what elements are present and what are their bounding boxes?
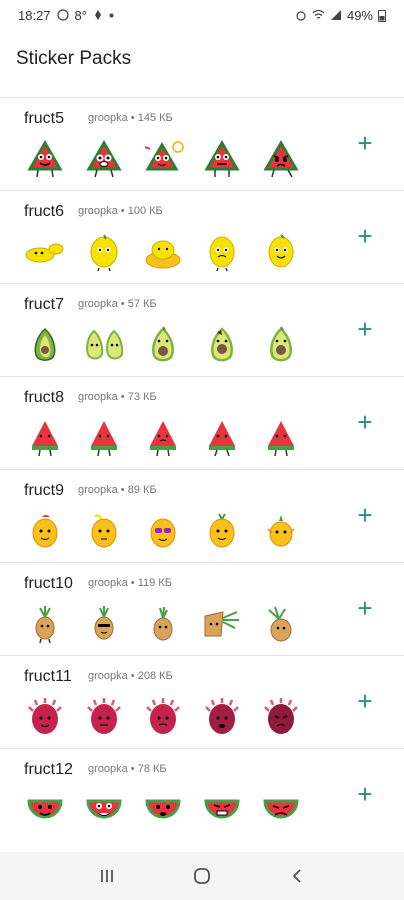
add-pack-button[interactable]: + bbox=[354, 502, 376, 528]
sticker-preview-row bbox=[24, 789, 302, 831]
dot-icon bbox=[109, 13, 114, 18]
lemon-icon bbox=[24, 231, 66, 273]
sticker-pack-list[interactable]: fruct5 groopka • 145 КБ + fruct6 groopka… bbox=[0, 98, 404, 838]
signal-icon bbox=[330, 9, 342, 21]
add-pack-button[interactable]: + bbox=[354, 223, 376, 249]
pack-name: fruct6 bbox=[24, 203, 65, 220]
watermelon-slice-icon bbox=[142, 138, 184, 180]
sticker-preview-row bbox=[24, 231, 302, 273]
app-bar: Sticker Packs bbox=[0, 30, 404, 98]
pineapple-icon bbox=[201, 603, 243, 645]
dragonfruit-icon bbox=[142, 696, 184, 738]
pack-name: fruct7 bbox=[24, 296, 65, 313]
pineapple-icon bbox=[83, 603, 125, 645]
add-pack-button[interactable]: + bbox=[354, 316, 376, 342]
back-icon[interactable] bbox=[277, 860, 317, 892]
add-pack-button[interactable]: + bbox=[354, 781, 376, 807]
sticker-pack-row[interactable]: fruct9 groopka • 89 КБ + bbox=[0, 470, 404, 563]
watermelon-round-icon bbox=[260, 789, 302, 831]
add-pack-button[interactable]: + bbox=[354, 409, 376, 435]
avocado-icon bbox=[83, 324, 125, 366]
watermelon-slice-icon bbox=[201, 138, 243, 180]
sticker-pack-row[interactable]: fruct6 groopka • 100 КБ + bbox=[0, 191, 404, 284]
sticker-preview-row bbox=[24, 324, 302, 366]
dragonfruit-icon bbox=[201, 696, 243, 738]
lemon-icon bbox=[201, 231, 243, 273]
lemon-icon bbox=[83, 231, 125, 273]
sticker-preview-row bbox=[24, 603, 302, 645]
pack-name: fruct8 bbox=[24, 389, 65, 406]
add-pack-button[interactable]: + bbox=[354, 595, 376, 621]
watermelon-round-icon bbox=[201, 789, 243, 831]
pack-meta: groopka • 89 КБ bbox=[78, 484, 157, 496]
status-bar: 18:27 8° 49% bbox=[0, 0, 404, 30]
watermelon-wedge-icon bbox=[260, 417, 302, 459]
mango-icon bbox=[24, 510, 66, 552]
mango-icon bbox=[83, 510, 125, 552]
watermelon-wedge-icon bbox=[24, 417, 66, 459]
watermelon-slice-icon bbox=[260, 138, 302, 180]
watermelon-slice-icon bbox=[83, 138, 125, 180]
sticker-preview-row bbox=[24, 696, 302, 738]
sticker-pack-row[interactable]: fruct11 groopka • 208 КБ + bbox=[0, 656, 404, 749]
sticker-pack-row[interactable]: fruct10 groopka • 119 КБ + bbox=[0, 563, 404, 656]
pack-name: fruct5 bbox=[24, 110, 65, 127]
watermelon-round-icon bbox=[24, 789, 66, 831]
add-pack-button[interactable]: + bbox=[354, 688, 376, 714]
sticker-pack-row[interactable]: fruct5 groopka • 145 КБ + bbox=[0, 98, 404, 191]
battery-icon bbox=[378, 9, 386, 22]
pineapple-icon bbox=[24, 603, 66, 645]
weather-icon bbox=[93, 9, 103, 21]
sticker-preview-row bbox=[24, 138, 302, 180]
battery-percent: 49% bbox=[346, 7, 373, 23]
sticker-pack-row[interactable]: fruct12 groopka • 78 КБ + bbox=[0, 749, 404, 838]
watermelon-round-icon bbox=[142, 789, 184, 831]
wifi-icon bbox=[312, 9, 325, 21]
status-time: 18:27 bbox=[18, 7, 51, 23]
pineapple-icon bbox=[260, 603, 302, 645]
sticker-pack-row[interactable]: fruct7 groopka • 57 КБ + bbox=[0, 284, 404, 377]
pack-name: fruct10 bbox=[24, 575, 73, 592]
sticker-preview-row bbox=[24, 510, 302, 552]
pack-name: fruct11 bbox=[24, 668, 72, 685]
sticker-pack-row[interactable]: fruct8 groopka • 73 КБ + bbox=[0, 377, 404, 470]
watermelon-wedge-icon bbox=[83, 417, 125, 459]
pack-meta: groopka • 73 КБ bbox=[78, 391, 157, 403]
pineapple-icon bbox=[142, 603, 184, 645]
sticker-preview-row bbox=[24, 417, 302, 459]
home-icon[interactable] bbox=[182, 860, 222, 892]
mango-icon bbox=[142, 510, 184, 552]
dragonfruit-icon bbox=[83, 696, 125, 738]
pack-meta: groopka • 208 КБ bbox=[88, 670, 173, 682]
avocado-icon bbox=[142, 324, 184, 366]
pack-meta: groopka • 100 КБ bbox=[78, 205, 163, 217]
lemon-icon bbox=[142, 231, 184, 273]
watermelon-wedge-icon bbox=[201, 417, 243, 459]
status-temp: 8° bbox=[74, 7, 87, 23]
avocado-icon bbox=[201, 324, 243, 366]
avocado-icon bbox=[24, 324, 66, 366]
dragonfruit-icon bbox=[24, 696, 66, 738]
watermelon-round-icon bbox=[83, 789, 125, 831]
watermelon-slice-icon bbox=[24, 138, 66, 180]
mango-icon bbox=[260, 510, 302, 552]
avocado-icon bbox=[260, 324, 302, 366]
whatsapp-icon bbox=[56, 9, 69, 21]
pack-name: fruct12 bbox=[24, 761, 73, 778]
pack-meta: groopka • 145 КБ bbox=[88, 112, 173, 124]
pack-name: fruct9 bbox=[24, 482, 65, 499]
dragonfruit-icon bbox=[260, 696, 302, 738]
system-nav-bar bbox=[0, 852, 404, 900]
add-pack-button[interactable]: + bbox=[354, 130, 376, 156]
page-title: Sticker Packs bbox=[16, 48, 132, 69]
recents-icon[interactable] bbox=[87, 860, 127, 892]
alarm-icon bbox=[295, 9, 307, 21]
watermelon-wedge-icon bbox=[142, 417, 184, 459]
pack-meta: groopka • 119 КБ bbox=[88, 577, 172, 589]
pack-meta: groopka • 57 КБ bbox=[78, 298, 157, 310]
lemon-icon bbox=[260, 231, 302, 273]
mango-icon bbox=[201, 510, 243, 552]
pack-meta: groopka • 78 КБ bbox=[88, 763, 167, 775]
